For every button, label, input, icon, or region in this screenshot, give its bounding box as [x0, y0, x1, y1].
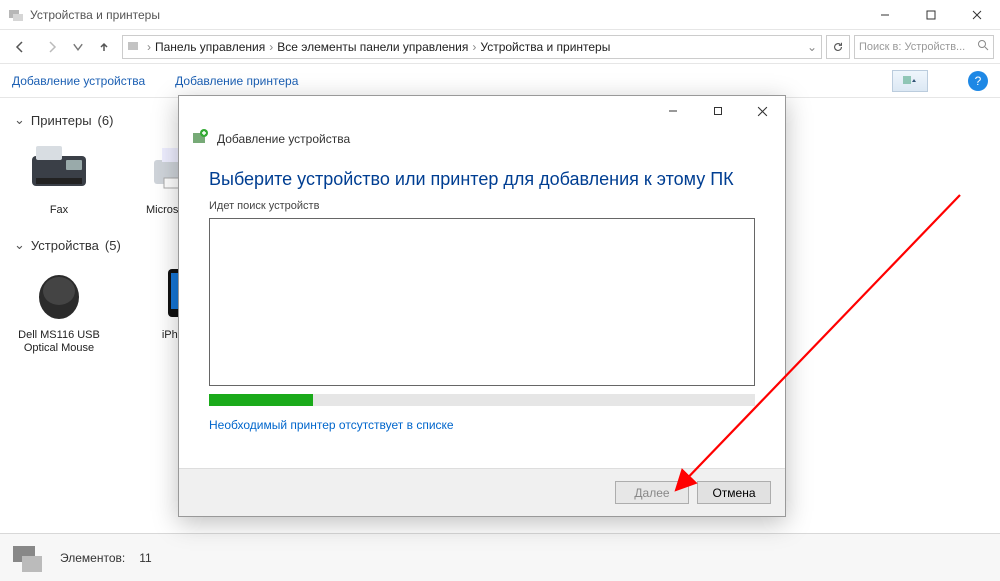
- search-progress: [209, 394, 755, 406]
- dialog-footer: Далее Отмена: [179, 468, 785, 516]
- dialog-maximize-button[interactable]: [695, 97, 740, 125]
- dialog-minimize-button[interactable]: [650, 97, 695, 125]
- devices-icon: [10, 540, 46, 576]
- crumb-leaf[interactable]: Устройства и принтеры: [480, 40, 610, 54]
- fax-icon: [24, 138, 94, 198]
- devices-icon: [127, 39, 143, 55]
- command-bar: Добавление устройства Добавление принтер…: [0, 64, 1000, 98]
- window-titlebar: Устройства и принтеры: [0, 0, 1000, 30]
- progress-bar-fill: [209, 394, 313, 406]
- add-device-dialog: Добавление устройства Выберите устройств…: [178, 95, 786, 517]
- dialog-titlebar: [179, 96, 785, 126]
- cancel-button[interactable]: Отмена: [697, 481, 771, 504]
- back-button[interactable]: [6, 34, 34, 60]
- device-listbox[interactable]: [209, 218, 755, 386]
- add-device-icon: [191, 128, 209, 149]
- search-input[interactable]: Поиск в: Устройств...: [854, 35, 994, 59]
- next-button[interactable]: Далее: [615, 481, 689, 504]
- add-device-command[interactable]: Добавление устройства: [12, 74, 145, 88]
- chevron-down-icon: ⌄: [14, 237, 25, 253]
- dialog-close-button[interactable]: [740, 97, 785, 125]
- printer-not-listed-link[interactable]: Необходимый принтер отсутствует в списке: [209, 418, 454, 432]
- device-item-fax[interactable]: Fax: [14, 138, 104, 217]
- status-label: Элементов:: [60, 551, 125, 565]
- up-button[interactable]: [90, 34, 118, 60]
- help-button[interactable]: ?: [968, 71, 988, 91]
- dialog-header: Добавление устройства: [179, 126, 785, 155]
- search-icon: [977, 39, 989, 54]
- dialog-title: Выберите устройство или принтер для доба…: [209, 169, 755, 190]
- forward-button[interactable]: [38, 34, 66, 60]
- crumb-root[interactable]: Панель управления: [155, 40, 265, 54]
- minimize-button[interactable]: [862, 0, 908, 30]
- devices-icon: [8, 7, 24, 23]
- status-bar: Элементов: 11: [0, 533, 1000, 581]
- address-bar: › Панель управления › Все элементы панел…: [0, 30, 1000, 64]
- dialog-subtitle: Идет поиск устройств: [209, 200, 755, 212]
- breadcrumb[interactable]: › Панель управления › Все элементы панел…: [122, 35, 822, 59]
- device-item-mouse[interactable]: Dell MS116 USB Optical Mouse: [14, 263, 104, 355]
- refresh-button[interactable]: [826, 35, 850, 59]
- group-label: Принтеры: [31, 113, 92, 128]
- recent-dropdown[interactable]: [70, 34, 86, 60]
- chevron-down-icon: ⌄: [14, 112, 25, 128]
- dialog-header-text: Добавление устройства: [217, 132, 350, 146]
- device-label: Fax: [50, 204, 68, 217]
- close-button[interactable]: [954, 0, 1000, 30]
- add-printer-command[interactable]: Добавление принтера: [175, 74, 298, 88]
- group-count: (5): [105, 238, 121, 253]
- search-placeholder: Поиск в: Устройств...: [859, 41, 965, 53]
- view-options-button[interactable]: [892, 70, 928, 92]
- chevron-down-icon[interactable]: ⌄: [807, 40, 817, 54]
- crumb-mid[interactable]: Все элементы панели управления: [277, 40, 468, 54]
- chevron-right-icon: ›: [147, 40, 151, 54]
- group-count: (6): [98, 113, 114, 128]
- chevron-right-icon: ›: [269, 40, 273, 54]
- mouse-icon: [24, 263, 94, 323]
- group-label: Устройства: [31, 238, 99, 253]
- device-label: Dell MS116 USB Optical Mouse: [14, 329, 104, 355]
- maximize-button[interactable]: [908, 0, 954, 30]
- status-count: 11: [139, 551, 151, 565]
- window-title: Устройства и принтеры: [30, 8, 160, 22]
- chevron-right-icon: ›: [472, 40, 476, 54]
